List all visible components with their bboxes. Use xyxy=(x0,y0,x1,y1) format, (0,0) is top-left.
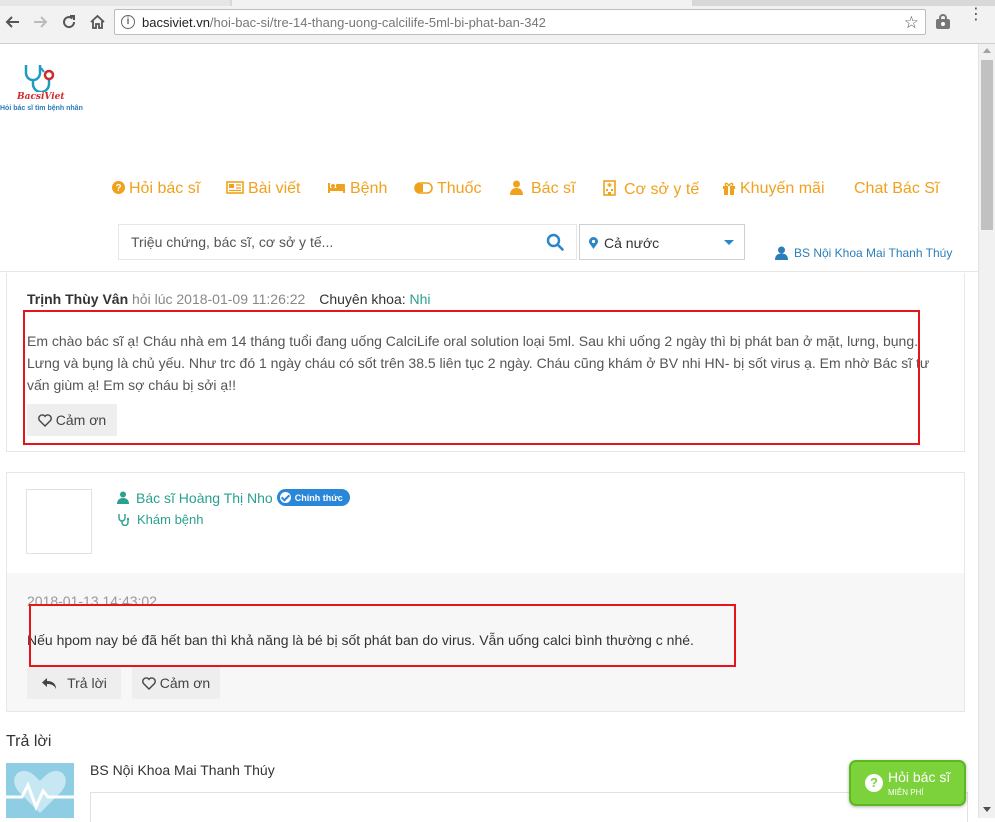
scroll-up-arrow[interactable] xyxy=(983,48,991,53)
thanks-label: Cảm ơn xyxy=(55,412,107,428)
forward-icon[interactable] xyxy=(29,11,51,33)
ask-doctor-floating-button[interactable]: ? Hỏi bác sĩ MIỄN PHÍ xyxy=(849,760,966,806)
nav-label: Bệnh xyxy=(350,180,388,197)
site-logo[interactable]: BacsiViet Hỏi bác sĩ tìm bệnh nhân xyxy=(0,60,100,120)
stethoscope-logo-icon xyxy=(24,65,55,92)
search-icon[interactable] xyxy=(546,233,564,251)
nav-item-bac-si[interactable]: Bác sĩ xyxy=(510,180,575,198)
doctor-icon xyxy=(117,491,129,504)
nav-item-khuyen-mai[interactable]: Khuyến mãi xyxy=(722,180,825,198)
extension-icon[interactable] xyxy=(934,13,952,31)
official-badge: Chính thức xyxy=(276,489,350,506)
bookmark-star-icon[interactable]: ☆ xyxy=(904,13,919,33)
answer-time: 2018-01-13 14:43:02 xyxy=(27,593,157,609)
browser-tab-active[interactable] xyxy=(232,0,692,6)
question-author[interactable]: Trịnh Thùy Vân xyxy=(27,291,128,307)
heart-icon xyxy=(141,676,156,690)
user-icon xyxy=(775,246,788,260)
reply-button[interactable]: Trả lời xyxy=(27,667,121,699)
nav-label: Cơ sở y tế xyxy=(624,180,700,198)
logo-brand: BacsiViet xyxy=(17,92,65,102)
service-label: Khám bệnh xyxy=(137,512,204,527)
nav-item-chat-bac-si[interactable]: Chat Bác Sĩ xyxy=(854,180,939,198)
doctor-icon xyxy=(510,180,523,198)
scrollbar-thumb[interactable] xyxy=(981,60,993,230)
badge-label: Chính thức xyxy=(294,492,343,503)
nav-label: Bài viết xyxy=(248,180,301,197)
scroll-down-arrow[interactable] xyxy=(983,807,991,812)
reply-icon xyxy=(41,677,57,690)
nav-label: Khuyến mãi xyxy=(740,180,825,197)
svg-text:?: ? xyxy=(115,183,121,194)
question-thanks-button[interactable]: Cảm ơn xyxy=(27,404,117,436)
browser-menu-icon[interactable]: ⋮ xyxy=(968,7,984,23)
address-bar[interactable]: i bacsiviet.vn/hoi-bac-si/tre-14-thang-u… xyxy=(114,9,926,35)
question-time: hỏi lúc 2018-01-09 11:26:22 xyxy=(132,291,306,307)
nav-item-co-so-y-te[interactable]: Cơ sở y tế xyxy=(603,180,699,199)
nav-label: Hỏi bác sĩ xyxy=(129,180,201,197)
nav-label: Bác sĩ xyxy=(531,180,576,197)
logo-tagline: Hỏi bác sĩ tìm bệnh nhân xyxy=(0,105,83,112)
question-circle-icon: ? xyxy=(865,774,883,792)
specialty-label: Chuyên khoa: xyxy=(319,291,406,307)
header-divider xyxy=(0,271,978,272)
tab-strip xyxy=(0,0,995,6)
hospital-icon xyxy=(603,180,616,199)
answer-thanks-button[interactable]: Cảm ơn xyxy=(132,667,220,699)
search-box xyxy=(118,224,577,260)
thanks-label: Cảm ơn xyxy=(159,675,211,691)
nav-item-bai-viet[interactable]: Bài viết xyxy=(226,180,300,198)
nav-label: Thuốc xyxy=(437,180,482,197)
doctor-name-row: Bác sĩ Hoàng Thị Nho Chính thức xyxy=(117,489,350,506)
home-icon[interactable] xyxy=(86,11,108,33)
bed-icon xyxy=(327,181,346,197)
question-meta: Trịnh Thùy Vân hỏi lúc 2018-01-09 11:26:… xyxy=(27,291,431,307)
url-text: bacsiviet.vn/hoi-bac-si/tre-14-thang-uon… xyxy=(142,15,546,30)
logged-in-user[interactable]: BS Nội Khoa Mai Thanh Thúy xyxy=(775,246,952,260)
region-selected-value: Cả nước xyxy=(604,235,660,251)
chevron-down-icon xyxy=(724,240,734,245)
question-text: Em chào bác sĩ ạ! Cháu nhà em 14 tháng t… xyxy=(27,333,930,393)
doctor-name[interactable]: Bác sĩ Hoàng Thị Nho xyxy=(136,490,273,506)
nav-label: Chat Bác Sĩ xyxy=(854,180,940,197)
current-user-avatar xyxy=(6,763,74,818)
question-circle-icon: ? xyxy=(112,181,125,197)
check-icon xyxy=(279,492,291,503)
back-icon[interactable] xyxy=(2,11,24,33)
browser-tab-inactive[interactable] xyxy=(0,0,230,6)
newspaper-icon xyxy=(226,181,244,197)
pill-icon xyxy=(414,181,433,197)
nav-item-benh[interactable]: Bệnh xyxy=(327,180,387,198)
page-scrollbar[interactable] xyxy=(978,44,995,818)
reply-user-name: BS Nội Khoa Mai Thanh Thúy xyxy=(90,762,275,778)
cta-label: Hỏi bác sĩ xyxy=(888,769,951,785)
nav-item-hoi-bac-si[interactable]: ? Hỏi bác sĩ xyxy=(112,180,200,198)
answer-text: Nếu hpom nay bé đã hết ban thì khả năng … xyxy=(27,632,694,648)
nav-item-thuoc[interactable]: Thuốc xyxy=(414,180,481,198)
doctor-avatar[interactable] xyxy=(26,489,92,554)
region-select[interactable]: Cả nước xyxy=(579,224,745,260)
question-card: Trịnh Thùy Vân hỏi lúc 2018-01-09 11:26:… xyxy=(6,273,965,452)
reload-icon[interactable] xyxy=(58,11,80,33)
answer-body: 2018-01-13 14:43:02 Nếu hpom nay bé đã h… xyxy=(7,573,964,711)
reply-section-title: Trả lời xyxy=(6,733,52,750)
gift-icon xyxy=(722,181,736,198)
reply-label: Trả lời xyxy=(67,675,107,691)
specialty-link[interactable]: Nhi xyxy=(410,291,431,307)
search-input[interactable] xyxy=(131,233,531,251)
browser-toolbar: i bacsiviet.vn/hoi-bac-si/tre-14-thang-u… xyxy=(0,0,995,44)
doctor-service[interactable]: Khám bệnh xyxy=(117,512,204,527)
cta-sublabel: MIỄN PHÍ xyxy=(888,788,924,797)
map-pin-icon xyxy=(589,236,598,249)
user-name: BS Nội Khoa Mai Thanh Thúy xyxy=(794,246,953,260)
answer-card: Bác sĩ Hoàng Thị Nho Chính thức Khám bện… xyxy=(6,472,965,712)
heart-icon xyxy=(37,413,52,427)
stethoscope-icon xyxy=(117,513,130,527)
info-icon[interactable]: i xyxy=(121,15,135,29)
